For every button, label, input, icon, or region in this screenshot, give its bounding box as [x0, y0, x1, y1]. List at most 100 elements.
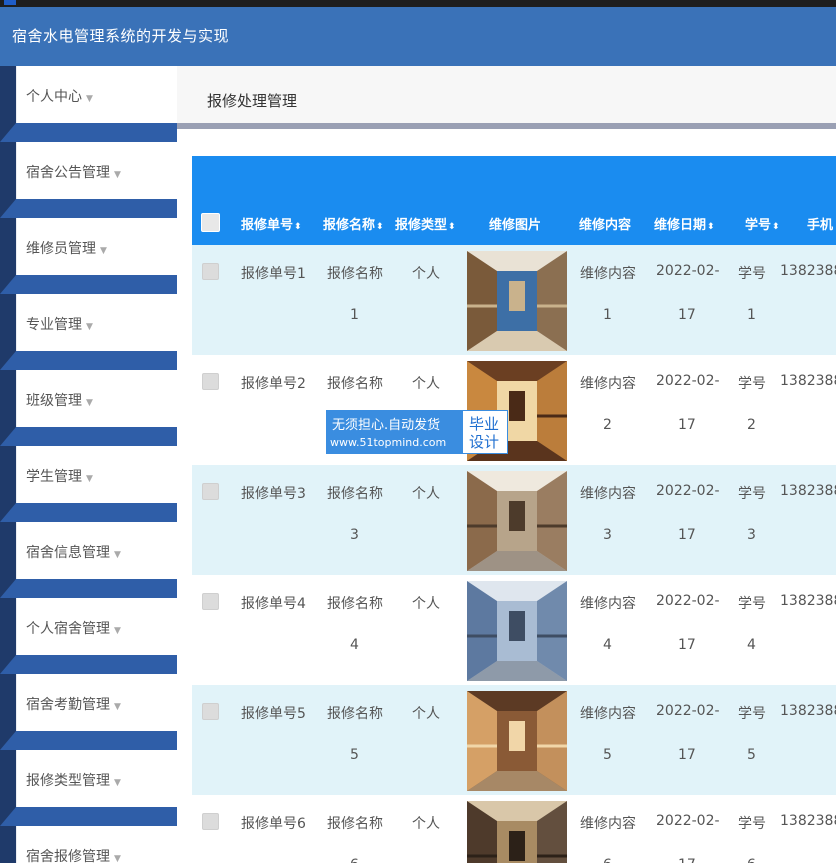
row-checkbox[interactable] [202, 813, 219, 830]
repair-photo[interactable] [467, 471, 567, 571]
sidebar-item[interactable]: 专业管理 ▼ [17, 294, 177, 351]
column-header: 维修内容 [579, 214, 631, 233]
repair-type-cell: 个人 [412, 376, 440, 392]
sidebar-item[interactable]: 宿舍考勤管理 ▼ [17, 674, 177, 731]
sidebar-item[interactable]: 维修员管理 ▼ [17, 218, 177, 275]
sidebar-separator [0, 731, 177, 750]
student-id-cell: 学号 [738, 596, 766, 612]
row-checkbox[interactable] [202, 373, 219, 390]
sidebar-item[interactable]: 报修类型管理 ▼ [17, 750, 177, 807]
repair-content-cell-cont: 6 [603, 857, 612, 863]
sidebar-item[interactable]: 宿舍报修管理 ▼ [17, 826, 177, 863]
repair-photo[interactable] [467, 801, 567, 863]
repair-content-cell-cont: 5 [603, 747, 612, 763]
sidebar-separator [0, 199, 177, 218]
sidebar-item[interactable]: 个人宿舍管理 ▼ [17, 598, 177, 655]
column-header-label: 报修名称 [323, 218, 376, 233]
caret-down-icon: ▼ [114, 626, 121, 636]
repair-name-cell: 报修名称 [327, 816, 383, 832]
sidebar-separator [0, 427, 177, 446]
repair-date-cell-cont: 17 [678, 637, 696, 653]
sidebar-item-label: 专业管理 ▼ [26, 314, 93, 334]
repair-content-cell: 维修内容 [580, 266, 636, 282]
sort-icon[interactable]: ⬍ [294, 222, 302, 232]
row-checkbox[interactable] [202, 263, 219, 280]
sidebar-item-label: 班级管理 ▼ [26, 390, 93, 410]
repair-no-cell: 报修单号1 [241, 266, 306, 282]
column-header-label: 手机 [807, 218, 834, 233]
repair-type-cell: 个人 [412, 816, 440, 832]
sidebar-item-text: 维修员管理 [26, 241, 96, 257]
sort-icon[interactable]: ⬍ [448, 222, 456, 232]
sort-icon[interactable]: ⬍ [707, 222, 715, 232]
repair-photo[interactable] [467, 251, 567, 351]
table-row[interactable]: 报修单号1 报修名称 1 个人 维修内容 1 2022-02- 17 学号 1 1382388 [192, 245, 836, 355]
breadcrumb-title: 报修处理管理 [207, 92, 298, 110]
row-checkbox[interactable] [202, 593, 219, 610]
sidebar-item-text: 班级管理 [26, 393, 82, 409]
sidebar-separator-notch [0, 199, 16, 218]
caret-down-icon: ▼ [86, 94, 93, 104]
row-checkbox[interactable] [202, 483, 219, 500]
student-id-cell: 学号 [738, 486, 766, 502]
student-id-cell: 学号 [738, 816, 766, 832]
sidebar-separator [0, 807, 177, 826]
column-header[interactable]: 报修类型⬍ [395, 214, 456, 233]
repair-name-cell: 报修名称 [327, 486, 383, 502]
repair-date-cell-cont: 17 [678, 857, 696, 863]
sidebar-item-label: 宿舍信息管理 ▼ [26, 542, 121, 562]
student-id-cell: 学号 [738, 706, 766, 722]
sidebar: 个人中心 ▼ 宿舍公告管理 ▼ 维修员管理 ▼ 专业管理 ▼ 班级管理 ▼ 学生管理 ▼ 宿舍信息管理 ▼… [0, 66, 177, 863]
column-header-label: 维修内容 [579, 218, 632, 233]
sidebar-item[interactable]: 班级管理 ▼ [17, 370, 177, 427]
sidebar-separator [0, 275, 177, 294]
repair-date-cell-cont: 17 [678, 527, 696, 543]
sidebar-item[interactable]: 宿舍公告管理 ▼ [17, 142, 177, 199]
watermark-left: 无须担心.自动发货 www.51topmind.com [326, 410, 462, 454]
repair-name-cell-cont: 3 [350, 527, 359, 543]
repair-no-cell: 报修单号4 [241, 596, 306, 612]
repair-date-cell: 2022-02- [656, 813, 720, 829]
repair-photo[interactable] [467, 691, 567, 791]
sidebar-separator-notch [0, 807, 16, 826]
caret-down-icon: ▼ [86, 398, 93, 408]
sidebar-item-text: 宿舍报修管理 [26, 849, 110, 863]
sidebar-item[interactable]: 个人中心 ▼ [17, 66, 177, 123]
repair-content-cell: 维修内容 [580, 486, 636, 502]
sidebar-separator [0, 351, 177, 370]
sort-icon[interactable]: ⬍ [376, 222, 384, 232]
select-all-checkbox[interactable] [201, 213, 220, 232]
repair-content-cell-cont: 3 [603, 527, 612, 543]
repair-date-cell: 2022-02- [656, 703, 720, 719]
sidebar-item[interactable]: 学生管理 ▼ [17, 446, 177, 503]
table-row[interactable]: 报修单号2报修名称2个人维修内容22022-02-17学号21382388 [192, 355, 836, 465]
table-row[interactable]: 报修单号4 报修名称 4 个人 维修内容 4 2022-02- 17 学号 4 1382388 [192, 575, 836, 685]
column-header-label: 维修图片 [489, 218, 542, 233]
table-header: 报修单号⬍ 报修名称⬍ 报修类型⬍ 维修图片 维修内容 维修日期⬍ 学号⬍ 手机 [192, 156, 836, 245]
table-row[interactable]: 报修单号3 报修名称 3 个人 维修内容 3 2022-02- 17 学号 3 1382388 [192, 465, 836, 575]
repair-type-cell: 个人 [412, 266, 440, 282]
sidebar-separator [0, 655, 177, 674]
repair-date-cell-cont: 17 [678, 307, 696, 323]
sidebar-item-text: 个人宿舍管理 [26, 621, 110, 637]
sidebar-item[interactable]: 宿舍信息管理 ▼ [17, 522, 177, 579]
table-row[interactable]: 报修单号6 报修名称 6 个人 维修内容 6 2022-02- 17 学号 6 1382388 [192, 795, 836, 863]
table-row[interactable]: 报修单号5 报修名称 5 个人 维修内容 5 2022-02- 17 学号 5 1382388 [192, 685, 836, 795]
caret-down-icon: ▼ [86, 474, 93, 484]
repair-type-cell: 个人 [412, 486, 440, 502]
repair-name-cell-cont: 6 [350, 857, 359, 863]
column-header[interactable]: 学号⬍ [745, 214, 780, 233]
repair-no-cell: 报修单号3 [241, 486, 306, 502]
repair-name-cell-cont: 1 [350, 307, 359, 323]
sidebar-separator-notch [0, 503, 16, 522]
repair-photo[interactable] [467, 581, 567, 681]
sidebar-item-label: 个人中心 ▼ [26, 86, 93, 106]
sidebar-item-text: 专业管理 [26, 317, 82, 333]
column-header[interactable]: 维修日期⬍ [654, 214, 715, 233]
column-header[interactable]: 报修单号⬍ [241, 214, 302, 233]
repair-date-cell: 2022-02- [656, 483, 720, 499]
sort-icon[interactable]: ⬍ [772, 222, 780, 232]
row-checkbox[interactable] [202, 703, 219, 720]
sidebar-item-text: 报修类型管理 [26, 773, 110, 789]
column-header[interactable]: 报修名称⬍ [323, 214, 384, 233]
